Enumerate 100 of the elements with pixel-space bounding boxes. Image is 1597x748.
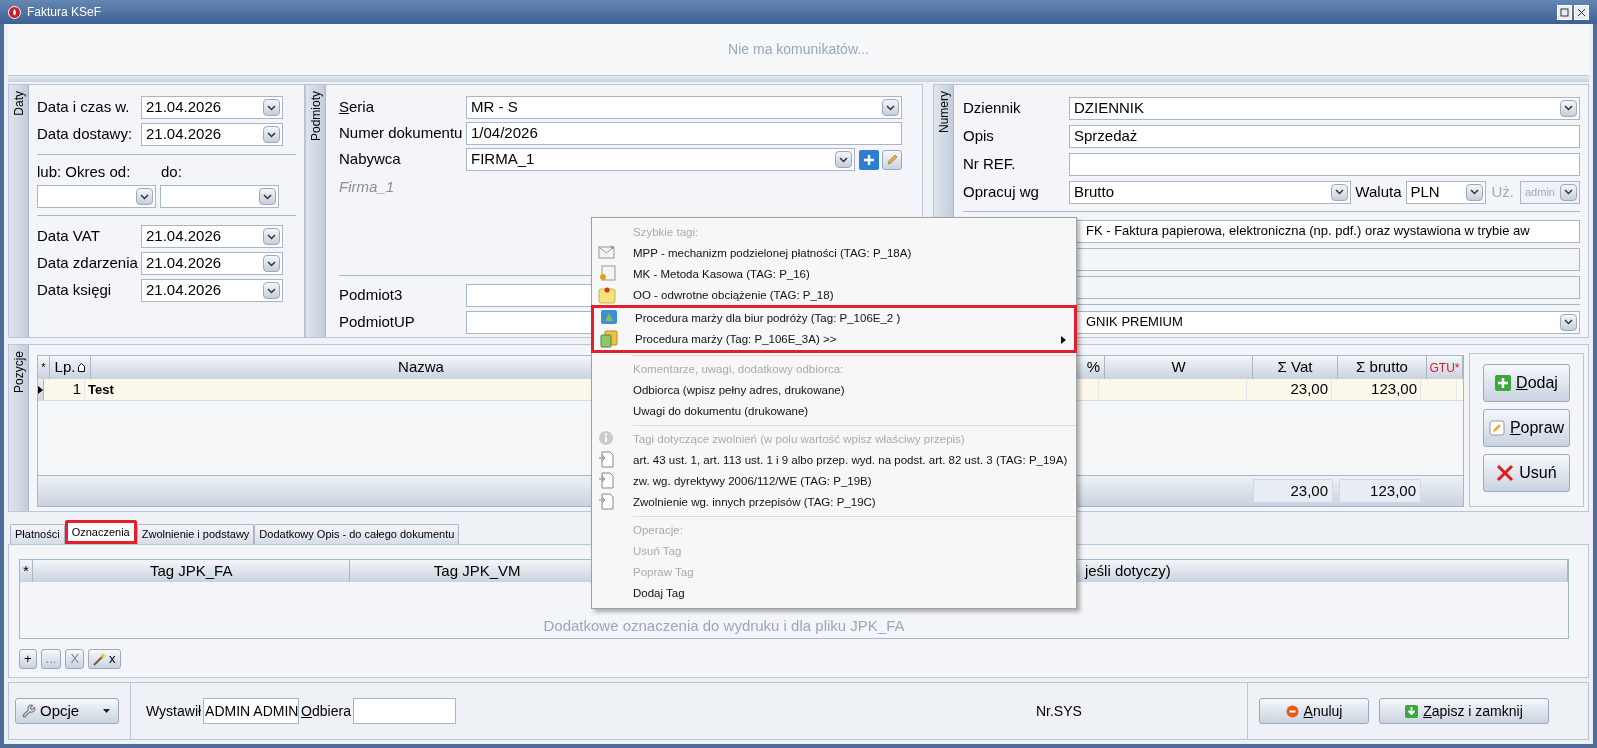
map-icon	[600, 309, 618, 325]
field-label: Odbiera	[301, 701, 351, 721]
dropdown-field[interactable]: 21.04.2026	[141, 96, 283, 119]
field-label: Data VAT	[37, 226, 101, 247]
menu-item[interactable]: OO - odwrotne obciążenie (TAG: P_18)	[592, 285, 1076, 306]
dropdown-field[interactable]: Brutto	[1069, 180, 1352, 204]
field-label: Seria	[339, 97, 376, 118]
side-button[interactable]: Usuń	[1483, 454, 1570, 492]
menu-item[interactable]: MK - Metoda Kasowa (TAG: P_16)	[592, 264, 1076, 285]
column-header[interactable]: *	[38, 356, 50, 379]
text-field[interactable]: Sprzedaż	[1069, 124, 1580, 148]
document-icon	[598, 451, 614, 468]
cancel-button[interactable]: Anuluj	[1259, 698, 1369, 724]
field-label: do:	[161, 161, 182, 182]
close-button[interactable]	[1574, 4, 1589, 20]
pencil-icon	[886, 153, 898, 166]
tab[interactable]: Oznaczenia	[64, 520, 137, 544]
column-header[interactable]: GTU*	[1427, 356, 1463, 379]
table-cell: 23,00	[1247, 379, 1332, 400]
total-vat: 23,00	[1253, 479, 1333, 503]
menu-item[interactable]: Uwagi do dokumentu (drukowane)	[592, 401, 1076, 422]
cancel-icon	[1285, 704, 1299, 718]
edit-contractor-button[interactable]	[882, 149, 902, 170]
dropdown-field[interactable]: 21.04.2026	[141, 225, 283, 248]
dropdown-field[interactable]	[160, 185, 279, 208]
field-label: Opracuj wg	[963, 181, 1040, 202]
dropdown-field[interactable]: FIRMA_1	[466, 148, 855, 171]
field-label: Nr REF.	[963, 153, 1017, 174]
field-label: Nabywca	[339, 149, 402, 170]
column-header[interactable]: Tag JPK_FA	[33, 560, 351, 582]
field-label: Wystawił	[146, 701, 202, 721]
message-text: Nie ma komunikatów...	[728, 40, 869, 59]
user-label: Uż.	[1491, 181, 1514, 202]
column-header[interactable]: Σ brutto	[1338, 356, 1427, 379]
text-field[interactable]: 1/04/2026	[466, 122, 902, 145]
field-label: Data zdarzenia	[37, 253, 139, 274]
app-logo-icon	[8, 5, 21, 19]
total-gross: 123,00	[1339, 479, 1421, 503]
column-header[interactable]: *	[20, 560, 33, 582]
cross-icon	[1496, 464, 1515, 482]
notepad-pencil-icon	[1488, 420, 1505, 436]
menu-item[interactable]: Zwolnienie wg. innych przepisów (TAG: P_19C)	[592, 492, 1076, 513]
tools-icon	[22, 704, 36, 718]
envelope-icon	[598, 244, 616, 260]
menu-section-header: Tagi dotyczące zwolnień (w polu wartość wpisz właściwy przepis)	[592, 429, 1076, 450]
window-title: Faktura KSeF	[27, 4, 102, 21]
button-label: Dodaj	[1516, 373, 1558, 393]
menu-section-header: Szybkie tagi:	[632, 224, 700, 240]
field-label: Waluta	[1355, 181, 1402, 202]
tab[interactable]: Zwolnienie i podstawy	[136, 524, 255, 544]
restore-button[interactable]	[1557, 4, 1572, 20]
side-button[interactable]: Popraw	[1483, 409, 1570, 447]
column-header[interactable]: Σ Vat	[1253, 356, 1338, 379]
dropdown-field[interactable]: PLN	[1405, 180, 1486, 204]
menu-item[interactable]: Dodaj Tag	[592, 583, 1076, 604]
button-label: Popraw	[1509, 418, 1565, 438]
dropdown-field[interactable]: 21.04.2026	[141, 123, 283, 146]
menu-section-header: Operacje:	[632, 522, 684, 538]
grid-tool-button[interactable]: +	[19, 649, 37, 669]
tab[interactable]: Płatności	[10, 524, 65, 544]
tab[interactable]: Dodatkowy Opis - do całego dokumentu	[254, 524, 460, 544]
system-number-label: Nr.SYS	[1035, 701, 1082, 721]
dropdown-field[interactable]: MR - S	[466, 96, 902, 119]
table-cell: 1	[44, 379, 85, 400]
panel-caption: Numery	[935, 91, 952, 133]
side-button[interactable]: Dodaj	[1483, 364, 1570, 402]
restore-icon	[1560, 7, 1569, 17]
document-coin-icon	[598, 265, 616, 281]
grid-tool-button[interactable]: x	[88, 649, 121, 669]
dropdown-field[interactable]: DZIENNIK	[1069, 96, 1580, 120]
dropdown-field[interactable]: 21.04.2026	[141, 279, 283, 302]
field-label: PodmiotUP	[339, 311, 416, 332]
menu-item[interactable]: MPP - mechanizm podzielonej płatności (TAG: P_18A)	[592, 243, 1076, 264]
column-header[interactable]: Lp.	[50, 356, 91, 379]
text-field[interactable]: ADMIN ADMIN	[203, 698, 300, 724]
dropdown-field[interactable]	[37, 185, 156, 208]
table-cell: 123,00	[1332, 379, 1421, 400]
close-icon	[1577, 7, 1586, 17]
panel-caption: Podmioty	[307, 91, 324, 142]
text-field[interactable]	[1069, 152, 1580, 176]
add-contractor-button[interactable]	[859, 149, 879, 170]
field-label: Data i czas w.	[37, 97, 131, 118]
options-button[interactable]: Opcje	[15, 698, 119, 724]
field-label: Data dostawy:	[37, 124, 134, 145]
panel-caption: Daty	[10, 91, 27, 116]
plus-icon	[864, 154, 874, 165]
magic-wand-icon	[93, 652, 108, 666]
dropdown-field[interactable]: 21.04.2026	[141, 252, 283, 275]
document-icon	[598, 472, 614, 489]
info-icon	[598, 430, 614, 446]
caret-icon	[103, 709, 110, 713]
menu-item[interactable]: art. 43 ust. 1, art. 113 ust. 1 i 9 albo przep. wyd. na podst. art. 82 ust. 3 (TAG: P_19A)	[592, 450, 1076, 471]
button-label: Usuń	[1519, 463, 1557, 483]
column-header[interactable]: W	[1105, 356, 1253, 379]
menu-item[interactable]: zw. wg. dyrektywy 2006/112/WE (TAG: P_19B)	[592, 471, 1076, 492]
text-field[interactable]	[352, 698, 456, 724]
save-close-button[interactable]: Zapisz i zamknij	[1379, 698, 1549, 724]
field-label: Podmiot3	[339, 284, 404, 305]
note-pin-icon	[598, 286, 616, 304]
field-label: lub: Okres od:	[37, 161, 132, 182]
